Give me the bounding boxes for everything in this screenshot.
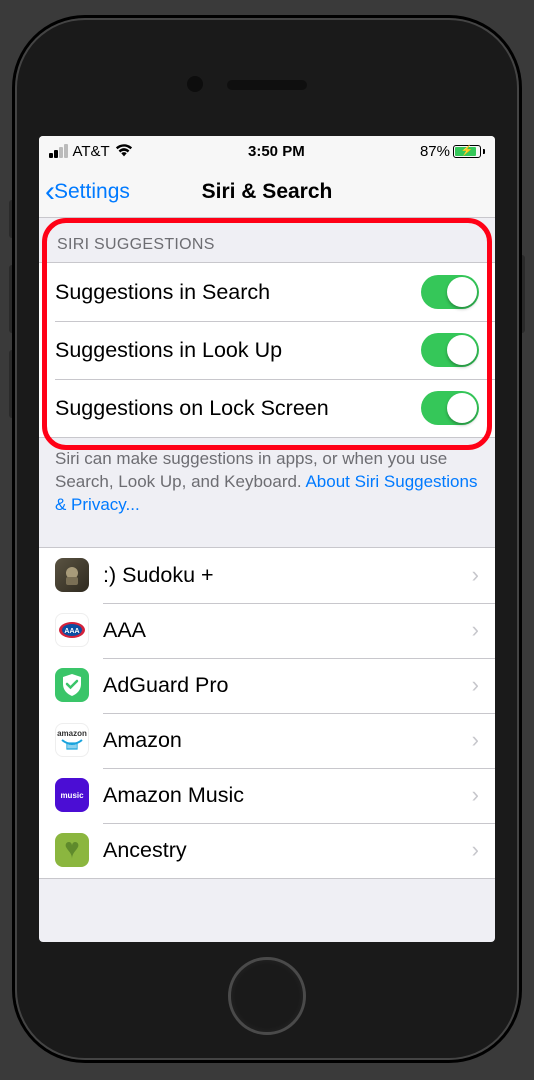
battery-percent: 87% <box>420 143 450 160</box>
app-name: AdGuard Pro <box>103 673 228 698</box>
app-name: Ancestry <box>103 838 187 863</box>
app-row-adguard[interactable]: AdGuard Pro › <box>39 658 495 713</box>
chevron-right-icon: › <box>472 562 479 588</box>
app-icon-amazon: amazon <box>55 723 89 757</box>
app-row-amazon[interactable]: amazon Amazon › <box>39 713 495 768</box>
app-name: Amazon Music <box>103 783 244 808</box>
app-icon-adguard <box>55 668 89 702</box>
siri-suggestions-header: SIRI SUGGESTIONS <box>39 218 495 262</box>
app-icon-aaa: AAA <box>55 613 89 647</box>
app-row-ancestry[interactable]: Ancestry › <box>39 823 495 878</box>
wifi-icon <box>115 144 133 158</box>
carrier-label: AT&T <box>73 143 110 160</box>
app-row-aaa[interactable]: AAA AAA › <box>39 603 495 658</box>
row-label: Suggestions in Look Up <box>55 338 282 363</box>
suggestions-on-lock-screen-toggle[interactable] <box>421 391 479 425</box>
cellular-signal-icon <box>49 144 68 158</box>
row-label: Suggestions on Lock Screen <box>55 396 329 421</box>
siri-suggestions-footer: Siri can make suggestions in apps, or wh… <box>39 438 495 547</box>
row-label: Suggestions in Search <box>55 280 270 305</box>
earpiece-speaker <box>227 80 307 90</box>
app-icon-amazon-music: music <box>55 778 89 812</box>
phone-frame: AT&T 3:50 PM 87% ⚡ ‹ Settings Siri & Sea… <box>15 18 519 1060</box>
suggestions-in-lookup-row: Suggestions in Look Up <box>39 321 495 379</box>
battery-icon: ⚡ <box>453 145 485 158</box>
status-bar: AT&T 3:50 PM 87% ⚡ <box>39 136 495 166</box>
app-row-amazon-music[interactable]: music Amazon Music › <box>39 768 495 823</box>
app-icon-sudoku <box>55 558 89 592</box>
chevron-right-icon: › <box>472 727 479 753</box>
app-icon-ancestry <box>55 833 89 867</box>
app-row-sudoku[interactable]: :) Sudoku + › <box>39 548 495 603</box>
navigation-bar: ‹ Settings Siri & Search <box>39 166 495 218</box>
home-button[interactable] <box>228 957 306 1035</box>
chevron-right-icon: › <box>472 617 479 643</box>
siri-suggestions-group: Suggestions in Search Suggestions in Loo… <box>39 262 495 438</box>
app-name: :) Sudoku + <box>103 563 214 588</box>
app-list-group: :) Sudoku + › AAA AAA › <box>39 547 495 879</box>
suggestions-in-lookup-toggle[interactable] <box>421 333 479 367</box>
chevron-right-icon: › <box>472 672 479 698</box>
app-name: Amazon <box>103 728 182 753</box>
screen: AT&T 3:50 PM 87% ⚡ ‹ Settings Siri & Sea… <box>39 136 495 942</box>
front-camera <box>187 76 203 92</box>
back-button[interactable]: ‹ Settings <box>39 177 130 207</box>
back-label: Settings <box>54 180 130 204</box>
svg-text:AAA: AAA <box>64 628 79 635</box>
power-button <box>519 255 525 333</box>
chevron-right-icon: › <box>472 782 479 808</box>
chevron-right-icon: › <box>472 837 479 863</box>
suggestions-in-search-toggle[interactable] <box>421 275 479 309</box>
app-name: AAA <box>103 618 146 643</box>
suggestions-on-lock-screen-row: Suggestions on Lock Screen <box>39 379 495 437</box>
suggestions-in-search-row: Suggestions in Search <box>39 263 495 321</box>
status-time: 3:50 PM <box>248 143 305 160</box>
